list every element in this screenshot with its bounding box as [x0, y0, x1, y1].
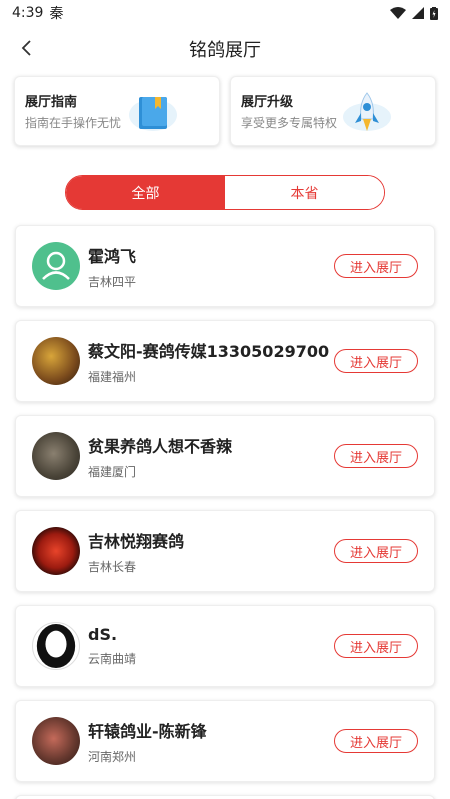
user-icon	[42, 251, 70, 280]
enter-showroom-button[interactable]: 进入展厅	[334, 539, 418, 563]
enter-showroom-button[interactable]: 进入展厅	[334, 444, 418, 468]
top-navigation: 铭鸽展厅	[0, 26, 450, 72]
avatar	[32, 432, 80, 480]
status-bar: 4:39 秦	[0, 0, 450, 26]
chevron-left-icon	[21, 40, 31, 56]
list-item[interactable]: 吉林悦翔赛鸽 吉林长春 进入展厅	[15, 510, 435, 592]
showroom-list: 霍鸿飞 吉林四平 进入展厅 蔡文阳-赛鸽传媒13305029700 福建福州 进…	[15, 225, 435, 799]
status-icons	[390, 6, 438, 20]
enter-showroom-button[interactable]: 进入展厅	[334, 349, 418, 373]
avatar	[32, 527, 80, 575]
page-title: 铭鸽展厅	[189, 40, 261, 61]
item-name: 吉林悦翔赛鸽	[88, 531, 185, 551]
upgrade-card-title: 展厅升级	[241, 95, 294, 110]
guide-card-title: 展厅指南	[25, 95, 78, 110]
rocket-icon	[343, 92, 391, 131]
avatar	[32, 242, 80, 290]
item-location: 云南曲靖	[88, 652, 137, 666]
guide-card-subtitle: 指南在手操作无忧	[25, 116, 122, 130]
battery-icon	[430, 6, 438, 20]
item-name: dS.	[88, 625, 118, 644]
signal-icon	[412, 7, 424, 19]
avatar	[32, 622, 80, 670]
carrier-label: 秦	[49, 6, 64, 22]
upgrade-card[interactable]: 展厅升级 享受更多专属特权	[230, 76, 436, 146]
avatar	[32, 337, 80, 385]
item-name: 霍鸿飞	[88, 246, 137, 266]
upgrade-card-subtitle: 享受更多专属特权	[241, 116, 338, 130]
silhouette-icon	[36, 623, 76, 669]
enter-showroom-button[interactable]: 进入展厅	[334, 729, 418, 753]
item-location: 吉林长春	[88, 559, 137, 574]
item-location: 福建厦门	[88, 464, 137, 479]
item-name: 蔡文阳-赛鸽传媒13305029700	[88, 341, 330, 361]
enter-showroom-button[interactable]: 进入展厅	[334, 254, 418, 278]
item-location: 福建福州	[88, 369, 137, 384]
enter-showroom-button[interactable]: 进入展厅	[334, 634, 418, 658]
item-name: 轩辕鸽业-陈新锋	[88, 721, 207, 741]
tab-province[interactable]: 本省	[225, 176, 384, 209]
list-item[interactable]: 轩辕鸽业-陈新锋 河南郑州 进入展厅	[15, 700, 435, 782]
item-name: 贫果养鸽人想不香辣	[88, 436, 233, 456]
list-item[interactable]: dS. 云南曲靖 进入展厅	[15, 605, 435, 687]
guide-card[interactable]: 展厅指南 指南在手操作无忧	[14, 76, 220, 146]
back-button[interactable]	[12, 34, 40, 62]
list-item[interactable]: 贫果养鸽人想不香辣 福建厦门 进入展厅	[15, 415, 435, 497]
list-item[interactable]	[15, 795, 435, 799]
wifi-icon	[390, 7, 406, 19]
book-icon	[129, 97, 177, 131]
tab-all[interactable]: 全部	[66, 176, 225, 209]
region-tabs: 全部 本省	[65, 175, 385, 210]
item-location: 吉林四平	[88, 274, 137, 289]
status-time: 4:39	[12, 5, 44, 21]
list-item[interactable]: 蔡文阳-赛鸽传媒13305029700 福建福州 进入展厅	[15, 320, 435, 402]
avatar	[32, 717, 80, 765]
feature-cards: 展厅指南 指南在手操作无忧 展厅升级 享受更多专属特权	[14, 76, 436, 146]
list-item[interactable]: 霍鸿飞 吉林四平 进入展厅	[15, 225, 435, 307]
item-location: 河南郑州	[88, 749, 137, 764]
